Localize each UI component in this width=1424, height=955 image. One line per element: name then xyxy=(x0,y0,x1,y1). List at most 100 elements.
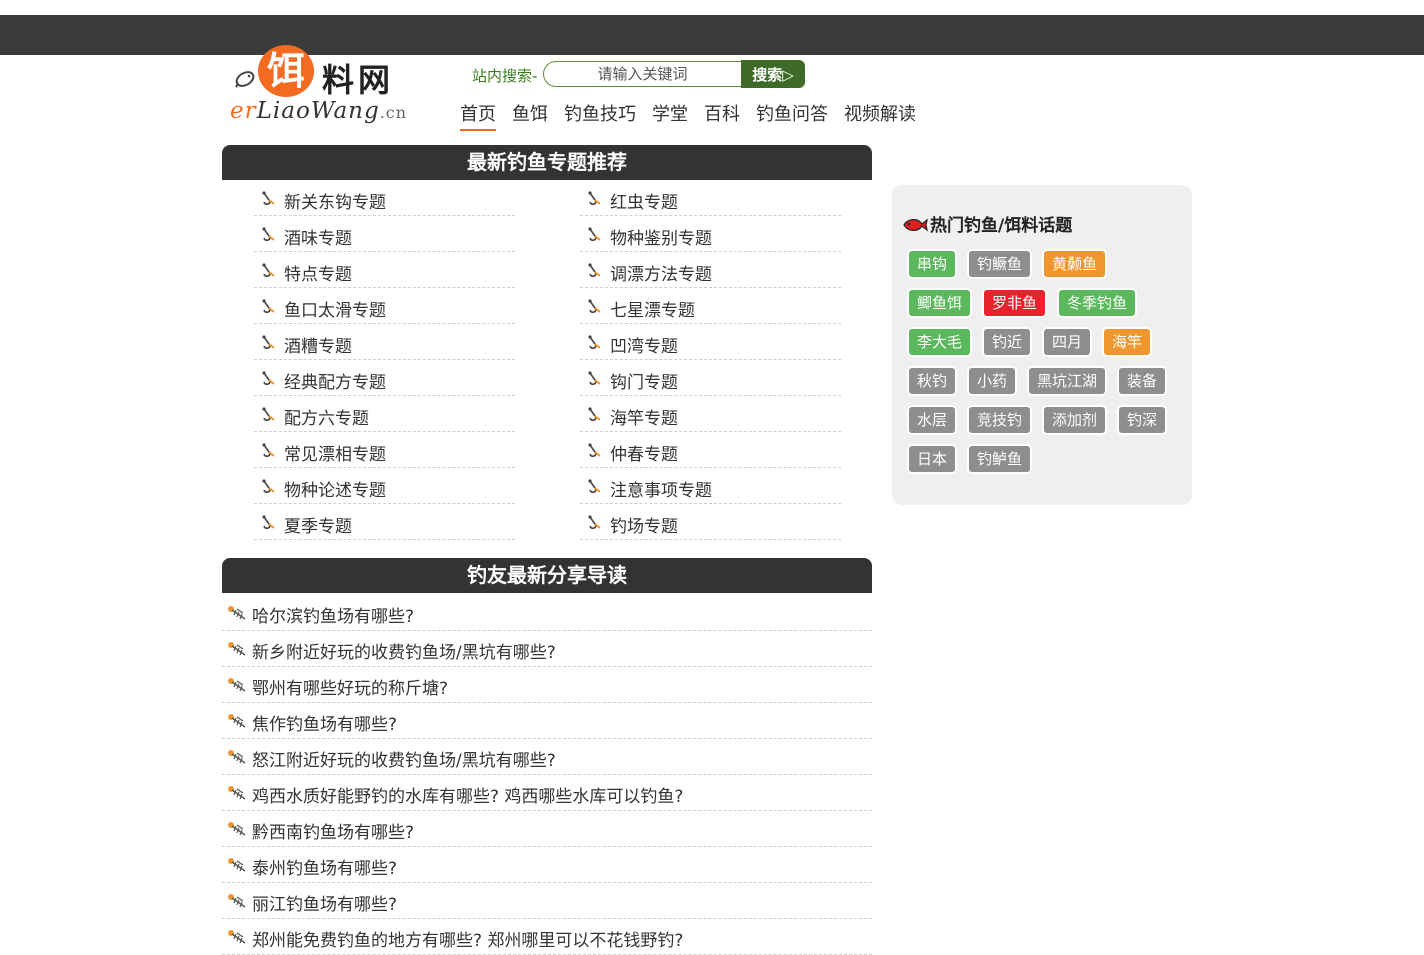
topic-link[interactable]: 海竿专题 xyxy=(580,398,841,432)
article-link[interactable]: 泰州钓鱼场有哪些? xyxy=(222,847,872,883)
fish-bone-icon xyxy=(228,642,246,656)
fish-hook-icon xyxy=(588,191,601,206)
nav-home[interactable]: 首页 xyxy=(460,100,496,131)
hot-tag[interactable]: 小药 xyxy=(969,368,1016,394)
logo-text-cn: 料网 xyxy=(322,61,395,99)
fish-bone-icon xyxy=(228,750,246,764)
search-button[interactable]: 搜索▷ xyxy=(741,60,805,88)
topic-link[interactable]: 凹湾专题 xyxy=(580,326,841,360)
topic-label: 新关东钩专题 xyxy=(284,193,386,213)
hot-tag[interactable]: 装备 xyxy=(1119,368,1166,394)
article-link[interactable]: 新乡附近好玩的收费钓鱼场/黑坑有哪些? xyxy=(222,631,872,667)
nav-bait[interactable]: 鱼饵 xyxy=(512,100,548,131)
fish-bone-icon xyxy=(228,858,246,872)
article-title: 鸡西水质好能野钓的水库有哪些? 鸡西哪些水库可以钓鱼? xyxy=(252,787,684,807)
fish-hook-icon xyxy=(262,335,275,350)
hot-tag[interactable]: 钓鳜鱼 xyxy=(969,251,1031,277)
topic-link[interactable]: 酒味专题 xyxy=(254,218,515,252)
article-title: 哈尔滨钓鱼场有哪些? xyxy=(252,607,415,627)
fish-hook-icon xyxy=(588,335,601,350)
fish-hook-icon xyxy=(588,227,601,242)
article-title: 新乡附近好玩的收费钓鱼场/黑坑有哪些? xyxy=(252,643,556,663)
article-link[interactable]: 鸡西水质好能野钓的水库有哪些? 鸡西哪些水库可以钓鱼? xyxy=(222,775,872,811)
nav-qa[interactable]: 钓鱼问答 xyxy=(756,100,828,131)
hot-tag[interactable]: 李大毛 xyxy=(909,329,971,355)
fish-hook-icon xyxy=(588,443,601,458)
topic-link[interactable]: 夏季专题 xyxy=(254,506,515,540)
hot-topics-panel: 热门钓鱼/饵料话题 串钩 钓鳜鱼 黄颡鱼 鲫鱼饵 罗非鱼 冬季钓鱼 李大毛 钓近 四月 海竿 秋钓小… xyxy=(892,185,1192,505)
article-link[interactable]: 黔西南钓鱼场有哪些? xyxy=(222,811,872,847)
hot-tag[interactable]: 水层 xyxy=(909,407,956,433)
nav-video[interactable]: 视频解读 xyxy=(844,100,916,131)
hot-tag[interactable]: 秋钓 xyxy=(909,368,956,394)
article-link[interactable]: 焦作钓鱼场有哪些? xyxy=(222,703,872,739)
nav-fishing-tips[interactable]: 钓鱼技巧 xyxy=(564,100,636,131)
fish-logo-icon xyxy=(235,71,255,88)
hot-tag[interactable]: 日本 xyxy=(909,446,956,472)
fish-hook-icon xyxy=(262,515,275,530)
topic-link[interactable]: 鱼口太滑专题 xyxy=(254,290,515,324)
topic-link[interactable]: 常见漂相专题 xyxy=(254,434,515,468)
topic-link[interactable]: 钓场专题 xyxy=(580,506,841,540)
article-title: 泰州钓鱼场有哪些? xyxy=(252,859,398,879)
article-link[interactable]: 怒江附近好玩的收费钓鱼场/黑坑有哪些? xyxy=(222,739,872,775)
article-link[interactable]: 丽江钓鱼场有哪些? xyxy=(222,883,872,919)
fish-hook-icon xyxy=(262,191,275,206)
hot-tag[interactable]: 鲫鱼饵 xyxy=(909,290,971,316)
article-title: 黔西南钓鱼场有哪些? xyxy=(252,823,415,843)
hot-tag[interactable]: 冬季钓鱼 xyxy=(1059,290,1136,316)
fish-bone-icon xyxy=(228,930,246,944)
hot-tag[interactable]: 海竿 xyxy=(1104,329,1151,355)
fish-bone-icon xyxy=(228,786,246,800)
topic-link[interactable]: 配方六专题 xyxy=(254,398,515,432)
hot-tag[interactable]: 添加剂 xyxy=(1044,407,1106,433)
nav-school[interactable]: 学堂 xyxy=(652,100,688,131)
article-title: 丽江钓鱼场有哪些? xyxy=(252,895,398,915)
hot-tag[interactable]: 钓鲈鱼 xyxy=(969,446,1031,472)
topic-label: 钓场专题 xyxy=(610,517,678,537)
hot-tag[interactable]: 黑坑江湖 xyxy=(1029,368,1106,394)
site-logo[interactable]: 饵 料网 erLiaoWang.cn xyxy=(230,42,430,130)
topic-label: 常见漂相专题 xyxy=(284,445,386,465)
fish-hook-icon xyxy=(588,515,601,530)
article-link[interactable]: 郑州能免费钓鱼的地方有哪些? 郑州哪里可以不花钱野钓? xyxy=(222,919,872,955)
search-label: 站内搜索- xyxy=(472,67,538,85)
article-title: 焦作钓鱼场有哪些? xyxy=(252,715,398,735)
topic-link[interactable]: 钩门专题 xyxy=(580,362,841,396)
topic-link[interactable]: 注意事项专题 xyxy=(580,470,841,504)
topic-label: 物种论述专题 xyxy=(284,481,386,501)
topic-label: 注意事项专题 xyxy=(610,481,712,501)
topic-label: 海竿专题 xyxy=(610,409,678,429)
topic-link[interactable]: 经典配方专题 xyxy=(254,362,515,396)
topic-link[interactable]: 酒糟专题 xyxy=(254,326,515,360)
fish-hook-icon xyxy=(588,479,601,494)
hot-tag[interactable]: 钓深 xyxy=(1119,407,1166,433)
article-title: 怒江附近好玩的收费钓鱼场/黑坑有哪些? xyxy=(252,751,556,771)
hot-tag[interactable]: 串钩 xyxy=(909,251,956,277)
nav-encyclopedia[interactable]: 百科 xyxy=(704,100,740,131)
fish-hook-icon xyxy=(588,407,601,422)
topic-link[interactable]: 红虫专题 xyxy=(580,182,841,216)
article-link[interactable]: 鄂州有哪些好玩的称斤塘? xyxy=(222,667,872,703)
hot-tag[interactable]: 四月 xyxy=(1044,329,1091,355)
hot-tag[interactable]: 黄颡鱼 xyxy=(1044,251,1106,277)
fish-hook-icon xyxy=(588,299,601,314)
fish-bone-icon xyxy=(228,894,246,908)
fish-hook-icon xyxy=(588,263,601,278)
hot-tag[interactable]: 钓近 xyxy=(984,329,1031,355)
topic-label: 鱼口太滑专题 xyxy=(284,301,386,321)
topic-link[interactable]: 新关东钩专题 xyxy=(254,182,515,216)
hot-tag[interactable]: 竞技钓 xyxy=(969,407,1031,433)
fish-bone-icon xyxy=(228,678,246,692)
topic-link[interactable]: 物种鉴别专题 xyxy=(580,218,841,252)
topic-link[interactable]: 仲春专题 xyxy=(580,434,841,468)
topic-link[interactable]: 七星漂专题 xyxy=(580,290,841,324)
topic-link[interactable]: 调漂方法专题 xyxy=(580,254,841,288)
main-nav: 首页 鱼饵 钓鱼技巧 学堂 百科 钓鱼问答 视频解读 xyxy=(460,100,932,131)
article-link[interactable]: 哈尔滨钓鱼场有哪些? xyxy=(222,595,872,631)
logo-text-en: erLiaoWang.cn xyxy=(230,98,408,124)
hot-tag[interactable]: 罗非鱼 xyxy=(984,290,1046,316)
topic-link[interactable]: 特点专题 xyxy=(254,254,515,288)
topic-link[interactable]: 物种论述专题 xyxy=(254,470,515,504)
search-input[interactable] xyxy=(543,61,741,87)
